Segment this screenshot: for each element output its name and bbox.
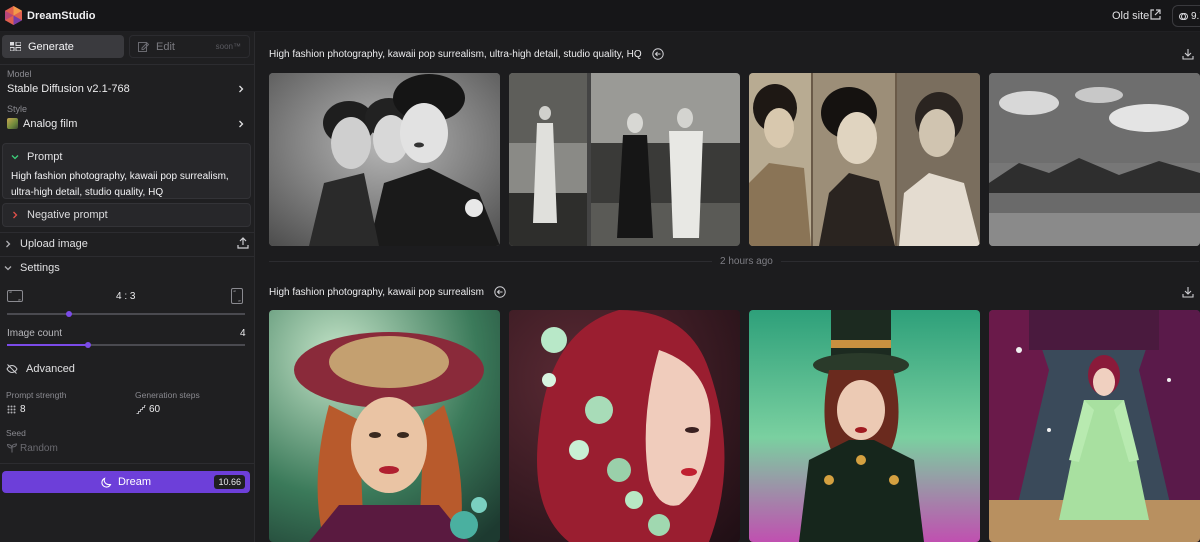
edit-icon xyxy=(138,42,149,52)
grid-icon xyxy=(10,42,21,51)
tab-generate-label: Generate xyxy=(28,40,74,53)
generation-feed: High fashion photography, kawaii pop sur… xyxy=(256,32,1200,542)
advanced-toggle[interactable]: Advanced xyxy=(6,363,75,375)
sidebar: Generate Edit soon™ Model Stable Diffusi… xyxy=(0,32,255,542)
style-select[interactable]: Analog film xyxy=(23,118,77,130)
prompt-header[interactable]: Prompt xyxy=(11,151,62,163)
upload-image-row[interactable]: Upload image xyxy=(4,238,88,250)
credits-value: 9.7 xyxy=(1191,10,1200,22)
generated-image-art xyxy=(749,73,980,246)
reuse-prompt-icon[interactable] xyxy=(651,48,664,60)
negative-prompt-label: Negative prompt xyxy=(27,209,108,221)
app-title: DreamStudio xyxy=(27,10,96,22)
settings-label: Settings xyxy=(20,262,60,274)
download-icon[interactable] xyxy=(1182,48,1194,60)
chevron-right-icon[interactable] xyxy=(237,120,245,128)
image-count-slider-thumb[interactable] xyxy=(84,342,91,348)
generated-image[interactable] xyxy=(749,310,980,542)
generated-image-art xyxy=(509,310,740,542)
generated-image[interactable] xyxy=(269,73,500,246)
download-icon[interactable] xyxy=(1182,286,1194,298)
generated-image-art xyxy=(749,310,980,542)
chevron-down-icon xyxy=(4,266,12,271)
generation-steps-value[interactable]: 60 xyxy=(149,404,160,415)
chevron-down-icon xyxy=(11,155,19,160)
generated-image-art xyxy=(989,73,1200,246)
aspect-ratio-slider-track[interactable] xyxy=(7,313,245,315)
generation-prompt-text: High fashion photography, kawaii pop sur… xyxy=(269,48,642,60)
generated-image[interactable] xyxy=(269,310,500,542)
upload-image-label: Upload image xyxy=(20,238,88,250)
model-select[interactable]: Stable Diffusion v2.1-768 xyxy=(7,83,130,95)
divider xyxy=(0,64,254,65)
dots-grid-icon xyxy=(7,405,16,414)
image-count-label: Image count xyxy=(7,328,63,339)
eye-off-icon xyxy=(6,364,18,374)
generated-image-art xyxy=(509,73,740,246)
tab-generate[interactable]: Generate xyxy=(2,35,124,58)
seedling-icon xyxy=(7,443,17,453)
settings-row[interactable]: Settings xyxy=(4,262,60,274)
generated-image-art xyxy=(269,73,500,246)
soon-badge: soon™ xyxy=(215,42,241,51)
image-count-value: 4 xyxy=(240,328,246,339)
seed-input[interactable]: Random xyxy=(20,443,58,454)
advanced-label: Advanced xyxy=(26,363,75,375)
divider xyxy=(0,232,254,233)
prompt-box[interactable]: Prompt High fashion photography, kawaii … xyxy=(2,143,251,199)
prompt-label: Prompt xyxy=(27,151,63,163)
divider xyxy=(0,463,254,464)
generated-image[interactable] xyxy=(509,310,740,542)
moon-icon xyxy=(101,476,112,488)
divider xyxy=(0,256,254,257)
chevron-right-icon[interactable] xyxy=(237,85,245,93)
dream-button-label: Dream xyxy=(117,476,151,488)
image-count-slider-fill xyxy=(7,344,88,346)
prompt-textarea[interactable]: High fashion photography, kawaii pop sur… xyxy=(11,169,243,201)
portrait-ratio-icon[interactable] xyxy=(231,288,243,304)
reuse-prompt-icon[interactable] xyxy=(494,286,506,298)
model-label: Model xyxy=(7,69,32,79)
style-thumbnail xyxy=(7,118,18,129)
generation-prompt-title: High fashion photography, kawaii pop sur… xyxy=(269,286,506,298)
credits-icon xyxy=(1179,12,1188,20)
negative-prompt-box[interactable]: Negative prompt xyxy=(2,203,251,227)
generated-image[interactable] xyxy=(509,73,740,246)
upload-icon[interactable] xyxy=(237,237,249,249)
dream-cost-badge: 10.66 xyxy=(214,475,245,489)
dreamstudio-logo-icon xyxy=(5,6,22,25)
aspect-ratio-value: 4 : 3 xyxy=(116,291,136,302)
seed-label: Seed xyxy=(6,428,26,438)
prompt-strength-value[interactable]: 8 xyxy=(20,404,26,415)
tab-edit[interactable]: Edit soon™ xyxy=(129,35,250,58)
generated-image[interactable] xyxy=(749,73,980,246)
external-link-icon[interactable] xyxy=(1150,9,1161,20)
landscape-ratio-icon[interactable] xyxy=(7,290,23,302)
generated-image-art xyxy=(989,310,1200,542)
top-bar: DreamStudio Old site 9.7 xyxy=(0,0,1200,32)
generated-image[interactable] xyxy=(989,310,1200,542)
generation-steps-label: Generation steps xyxy=(135,390,200,400)
credits-badge[interactable]: 9.7 xyxy=(1172,5,1200,27)
steps-icon xyxy=(136,405,146,414)
generated-image-art xyxy=(269,310,500,542)
prompt-strength-label: Prompt strength xyxy=(6,390,67,400)
time-label: 2 hours ago xyxy=(712,256,781,267)
style-label: Style xyxy=(7,104,28,114)
tab-edit-label: Edit xyxy=(156,40,175,53)
chevron-right-icon xyxy=(6,240,11,248)
old-site-link[interactable]: Old site xyxy=(1112,10,1149,22)
generation-prompt-title: High fashion photography, kawaii pop sur… xyxy=(269,48,664,60)
dream-button[interactable]: Dream 10.66 xyxy=(2,471,250,493)
generated-image[interactable] xyxy=(989,73,1200,246)
chevron-right-icon xyxy=(13,211,18,219)
generation-prompt-text: High fashion photography, kawaii pop sur… xyxy=(269,286,484,298)
aspect-ratio-slider-thumb[interactable] xyxy=(65,311,72,317)
